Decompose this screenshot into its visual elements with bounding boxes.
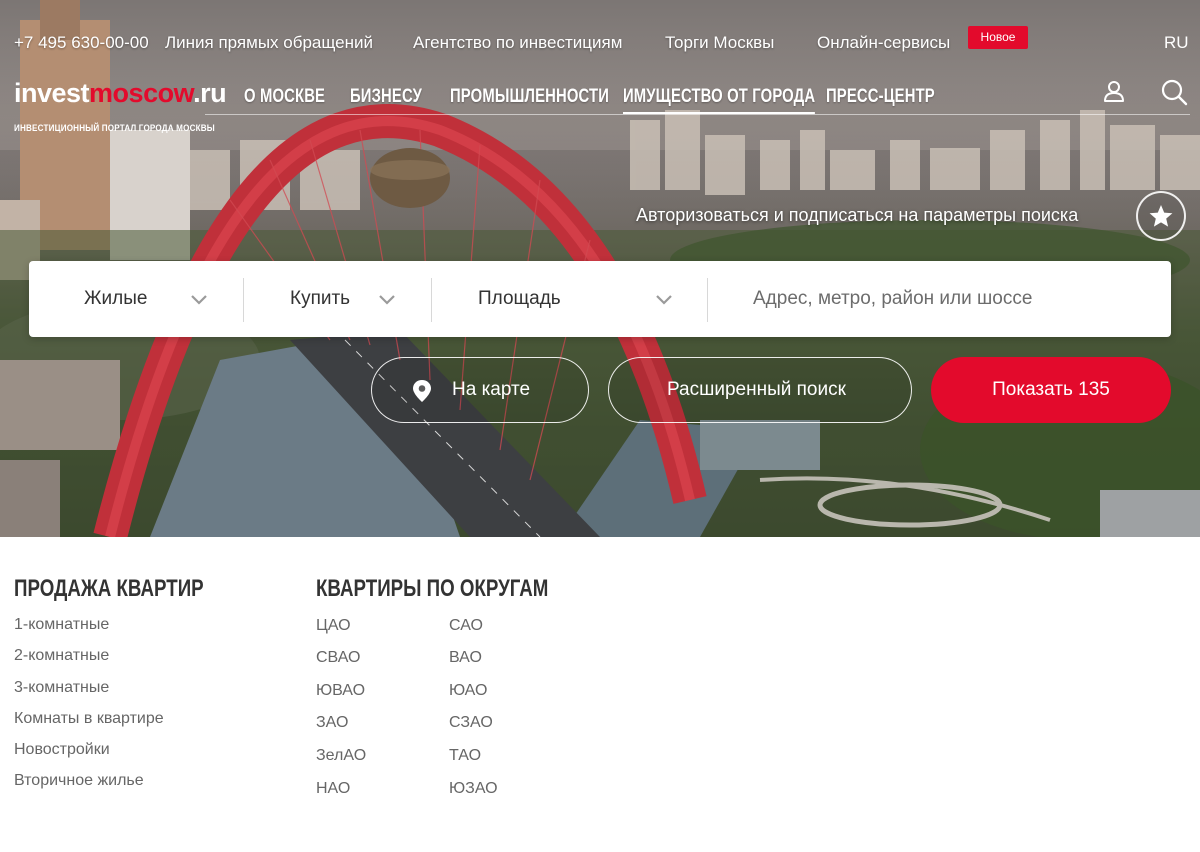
area-select[interactable]: Площадь (432, 261, 707, 337)
online-services-link[interactable]: Онлайн-сервисы (817, 33, 950, 53)
phone-link[interactable]: +7 495 630-00-00 (14, 33, 149, 53)
link-rooms-in-apartment[interactable]: Комнаты в квартире (14, 710, 164, 728)
moscow-auctions-link[interactable]: Торги Москвы (665, 33, 774, 53)
user-icon[interactable] (1100, 78, 1128, 106)
nav-press-center[interactable]: Пресс-центр (826, 86, 935, 108)
district-link[interactable]: СВАО (316, 649, 360, 667)
district-link[interactable]: ВАО (449, 649, 482, 667)
logo-part-domain: .ru (193, 78, 227, 108)
chevron-down-icon (379, 295, 395, 305)
district-link[interactable]: ТАО (449, 747, 481, 765)
districts-section-title: Квартиры по округам (316, 575, 549, 602)
map-button-label: На карте (452, 379, 531, 400)
site-logo[interactable]: investmoscow.ru (14, 78, 227, 109)
nav-divider (205, 114, 1190, 115)
property-type-select[interactable]: Жилые (29, 261, 243, 337)
district-link[interactable]: ЮЗАО (449, 780, 498, 798)
link-1-room[interactable]: 1-комнатные (14, 616, 109, 634)
language-switcher[interactable]: RU (1164, 33, 1189, 53)
link-2-room[interactable]: 2-комнатные (14, 647, 109, 665)
search-panel: Жилые Купить Площадь (29, 261, 1171, 337)
hero-banner: +7 495 630-00-00 Линия прямых обращений … (0, 0, 1200, 537)
area-value: Площадь (478, 288, 561, 309)
deal-type-value: Купить (290, 288, 351, 309)
search-icon[interactable] (1160, 78, 1188, 106)
chevron-down-icon (656, 295, 672, 305)
star-icon (1149, 205, 1173, 227)
sale-section-title: Продажа квартир (14, 575, 204, 602)
show-results-button[interactable]: Показать 135 (931, 357, 1171, 423)
district-link[interactable]: ЗАО (316, 714, 348, 732)
investment-agency-link[interactable]: Агентство по инвестициям (413, 33, 622, 53)
advanced-search-label: Расширенный поиск (667, 379, 846, 400)
map-button[interactable]: На карте (371, 357, 589, 423)
new-badge: Новое (968, 26, 1028, 49)
logo-part-invest: invest (14, 78, 90, 108)
link-3-room[interactable]: 3-комнатные (14, 679, 109, 697)
district-link[interactable]: СЗАО (449, 714, 493, 732)
nav-industry[interactable]: Промышленности (450, 86, 609, 108)
deal-type-select[interactable]: Купить (244, 261, 431, 337)
nav-city-property[interactable]: Имущество от города (623, 86, 816, 114)
separator (707, 278, 708, 322)
district-link[interactable]: ЗелАО (316, 747, 366, 765)
top-utility-bar: +7 495 630-00-00 Линия прямых обращений … (0, 0, 1200, 84)
logo-tagline: ИНВЕСТИЦИОННЫЙ ПОРТАЛ ГОРОДА МОСКВЫ (14, 123, 215, 133)
logo-part-moscow: moscow (89, 78, 194, 108)
chevron-down-icon (191, 295, 207, 305)
district-link[interactable]: САО (449, 617, 483, 635)
district-link[interactable]: ЮВАО (316, 682, 365, 700)
district-link[interactable]: НАО (316, 780, 350, 798)
map-pin-icon (413, 380, 431, 402)
link-secondary-housing[interactable]: Вторичное жилье (14, 772, 144, 790)
district-link[interactable]: ЮАО (449, 682, 487, 700)
nav-business[interactable]: Бизнесу (350, 86, 422, 108)
subscribe-link[interactable]: Авторизоваться и подписаться на параметр… (636, 205, 1078, 226)
address-search-input[interactable] (739, 273, 1159, 325)
favorite-button[interactable] (1136, 191, 1186, 241)
district-link[interactable]: ЦАО (316, 617, 351, 635)
link-new-buildings[interactable]: Новостройки (14, 741, 110, 759)
advanced-search-button[interactable]: Расширенный поиск (608, 357, 912, 423)
property-type-value: Жилые (84, 288, 148, 309)
nav-about-moscow[interactable]: О Москве (244, 86, 325, 108)
direct-appeals-link[interactable]: Линия прямых обращений (165, 33, 373, 53)
